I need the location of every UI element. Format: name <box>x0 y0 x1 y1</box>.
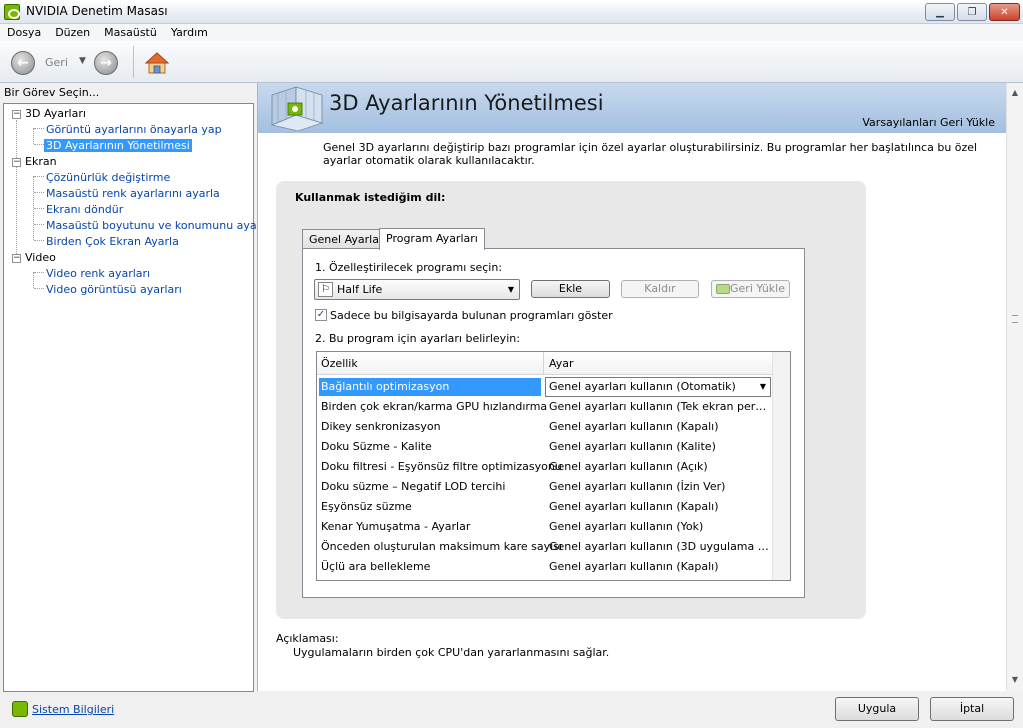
table-row[interactable]: Dikey senkronizasyon Genel ayarları kulla… <box>317 417 772 437</box>
back-arrow-icon: ← <box>17 55 29 71</box>
back-button[interactable]: ← <box>11 51 35 75</box>
tree-node-display[interactable]: − Ekran <box>12 154 57 170</box>
toolbar: ← Geri ▼ → <box>0 41 1023 83</box>
restore-window-button[interactable]: ❐ <box>957 3 987 21</box>
toolbar-separator <box>133 46 134 78</box>
collapse-icon[interactable]: − <box>12 157 21 167</box>
scroll-up-icon[interactable]: ▲ <box>1007 85 1023 101</box>
task-pane-heading: Bir Görev Seçin... <box>4 86 100 99</box>
restore-button[interactable]: Geri Yükle <box>711 280 790 298</box>
program-select-value: Half Life <box>337 283 383 296</box>
add-button[interactable]: Ekle <box>531 280 610 298</box>
intro-text: Genel 3D ayarlarını değiştirip bazı prog… <box>323 141 978 167</box>
show-only-installed-checkbox[interactable]: ✓ <box>315 309 327 321</box>
table-row[interactable]: Birden çok ekran/karma GPU hızlandırma Ge… <box>317 397 772 417</box>
minimize-icon: ▁ <box>936 6 944 18</box>
program-icon: ⚐ <box>318 282 333 297</box>
forward-button[interactable]: → <box>94 51 118 75</box>
chevron-down-icon: ▼ <box>759 382 766 391</box>
task-tree: −3D Ayarları Görüntü ayarlarını önayarla… <box>3 103 271 692</box>
tree-item-video-image[interactable]: Video görüntüsü ayarları <box>46 282 182 298</box>
restore-button-label: Geri Yükle <box>730 282 785 295</box>
forward-arrow-icon: → <box>100 55 112 71</box>
description-text: Uygulamaların birden çok CPU'dan yararla… <box>293 646 610 659</box>
tree-item-change-resolution[interactable]: Çözünürlük değiştirme <box>46 170 170 186</box>
grid-header-feature[interactable]: Özellik <box>321 357 358 370</box>
page-header: 3D Ayarlarının Yönetilmesi Varsayılanlar… <box>258 83 1006 133</box>
scroll-down-icon[interactable]: ▼ <box>1007 672 1023 688</box>
settings-grid: Özellik Ayar Bağlantılı optimizasyon Gen… <box>316 351 791 581</box>
cancel-button[interactable]: İptal <box>930 697 1014 721</box>
setting-select[interactable]: Genel ayarları kullanın (Otomatik) ▼ <box>545 377 771 397</box>
grid-header-setting[interactable]: Ayar <box>549 357 574 370</box>
table-row[interactable]: Doku Süzme - Kalite Genel ayarları kullan… <box>317 437 772 457</box>
menu-file[interactable]: Dosya <box>0 26 48 39</box>
close-icon: ✕ <box>1000 6 1009 18</box>
restore-window-icon: ❐ <box>967 6 977 18</box>
menu-bar: Dosya Düzen Masaüstü Yardım <box>0 24 1023 41</box>
section-title: Kullanmak istediğim dil: <box>295 191 446 204</box>
tree-item-video-color[interactable]: Video renk ayarları <box>46 266 150 282</box>
description-label: Açıklaması: <box>276 632 339 645</box>
step2-label: 2. Bu program için ayarları belirleyin: <box>315 332 520 345</box>
table-row[interactable]: Kenar Yumuşatma - Ayarlar Genel ayarları … <box>317 517 772 537</box>
step1-label: 1. Özelleştirilecek programı seçin: <box>315 261 503 274</box>
apply-button[interactable]: Uygula <box>835 697 919 721</box>
system-info-link[interactable]: Sistem Bilgileri <box>32 703 114 716</box>
menu-edit[interactable]: Düzen <box>48 26 97 39</box>
tree-item-multiple-displays[interactable]: Birden Çok Ekran Ayarla <box>46 234 179 250</box>
program-select[interactable]: ⚐ Half Life ▼ <box>314 279 520 300</box>
tab-program-settings[interactable]: Program Ayarları <box>379 228 485 250</box>
restore-defaults-link[interactable]: Varsayılanları Geri Yükle <box>862 116 995 129</box>
table-row[interactable]: Doku filtresi - Eşyönsüz filtre optimiza… <box>317 457 772 477</box>
table-row[interactable]: Doku süzme – Negatif LOD tercihi Genel ay… <box>317 477 772 497</box>
nvidia-app-icon <box>4 4 20 20</box>
tree-item-desktop-color[interactable]: Masaüstü renk ayarlarını ayarla <box>46 186 220 202</box>
content-scrollbar[interactable]: ▲ ▼ <box>1006 83 1023 691</box>
back-label[interactable]: Geri <box>45 56 68 69</box>
menu-help[interactable]: Yardım <box>164 26 215 39</box>
grid-scrollbar[interactable] <box>772 352 790 580</box>
remove-button[interactable]: Kaldır <box>621 280 699 298</box>
tree-item-rotate-display[interactable]: Ekranı döndür <box>46 202 123 218</box>
chevron-down-icon: ▼ <box>507 285 514 294</box>
tree-node-video[interactable]: − Video <box>12 250 56 266</box>
home-icon[interactable] <box>145 51 169 75</box>
title-bar: NVIDIA Denetim Masası ▁ ❐ ✕ <box>0 0 1023 24</box>
window-title: NVIDIA Denetim Masası <box>26 4 168 18</box>
tree-item-manage-3d-settings[interactable]: 3D Ayarlarının Yönetilmesi <box>44 138 192 154</box>
content-pane: 3D Ayarlarının Yönetilmesi Varsayılanlar… <box>257 83 1023 691</box>
table-row[interactable]: Üçlü ara bellekleme Genel ayarları kullan… <box>317 557 772 577</box>
history-dropdown-icon[interactable]: ▼ <box>79 56 86 66</box>
table-row[interactable]: Önceden oluşturulan maksimum kare sayısı… <box>317 537 772 557</box>
scroll-thumb-grip[interactable] <box>1012 315 1018 323</box>
grid-header: Özellik Ayar <box>317 352 772 375</box>
menu-desktop[interactable]: Masaüstü <box>97 26 164 39</box>
collapse-icon[interactable]: − <box>12 253 21 263</box>
tree-item-desktop-size-position[interactable]: Masaüstü boyutunu ve konumunu ayarla <box>46 218 271 234</box>
table-row[interactable]: Bağlantılı optimizasyon Genel ayarları k… <box>317 377 772 397</box>
close-button[interactable]: ✕ <box>989 3 1020 21</box>
tree-node-3d-settings[interactable]: −3D Ayarları <box>12 106 86 122</box>
system-info-icon[interactable] <box>12 701 28 717</box>
minimize-button[interactable]: ▁ <box>925 3 955 21</box>
page-title: 3D Ayarlarının Yönetilmesi <box>329 91 604 115</box>
3d-settings-logo <box>270 86 324 131</box>
show-only-installed-label: Sadece bu bilgisayarda bulunan programla… <box>330 309 613 322</box>
nvidia-logo-icon <box>716 284 730 294</box>
table-row[interactable]: Eşyönsüz süzme Genel ayarları kullanın (K… <box>317 497 772 517</box>
tab-global-settings[interactable]: Genel Ayarlar <box>302 229 391 249</box>
tree-item-adjust-image-settings[interactable]: Görüntü ayarlarını önayarla yap <box>46 122 222 138</box>
collapse-icon[interactable]: − <box>12 109 21 119</box>
